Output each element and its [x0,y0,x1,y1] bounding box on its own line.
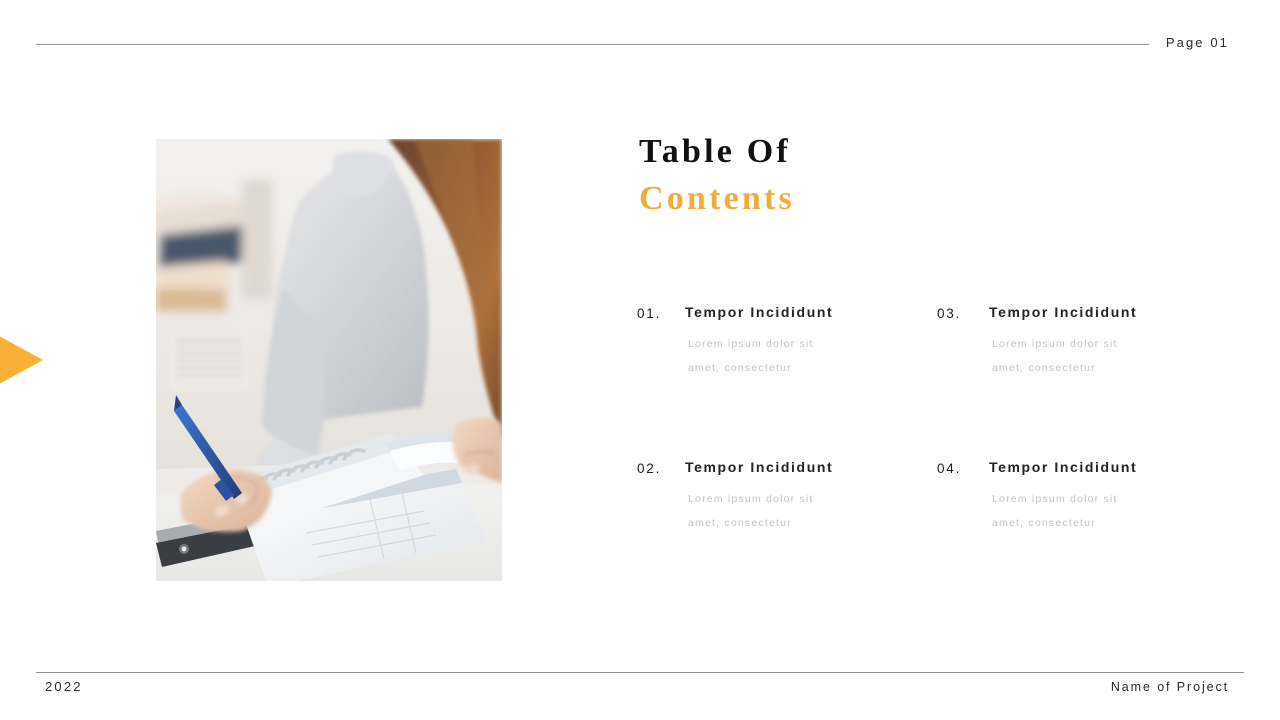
toc-desc-line-1: Lorem ipsum dolor sit [992,493,1118,505]
title-line-accent: Contents [639,180,795,217]
table-of-contents-list: 01. Tempor Incididunt Lorem ipsum dolor … [637,303,1237,613]
footer-divider [36,672,1244,673]
footer-year-label: 2022 [45,679,83,694]
triangle-accent-icon [0,330,43,390]
hero-photo [156,139,502,581]
toc-item-description: Lorem ipsum dolor sit amet, consectetur [989,332,1137,380]
toc-item-description: Lorem ipsum dolor sit amet, consectetur [685,332,833,380]
page-title: Table Of Contents [639,128,795,222]
title-line-primary: Table Of [639,133,791,170]
toc-desc-line-1: Lorem ipsum dolor sit [992,338,1118,350]
toc-item-number: 02. [637,461,662,476]
toc-item-03[interactable]: 03. Tempor Incididunt Lorem ipsum dolor … [937,303,1237,458]
toc-item-04[interactable]: 04. Tempor Incididunt Lorem ipsum dolor … [937,458,1237,613]
toc-desc-line-2: amet, consectetur [992,362,1096,374]
footer-project-label: Name of Project [1110,680,1229,694]
photo-illustration [156,139,502,581]
header-divider [36,44,1149,45]
toc-item-number: 04. [937,461,962,476]
page-number-label: Page 01 [1165,35,1229,50]
toc-item-heading: Tempor Incididunt [989,304,1138,320]
toc-item-02[interactable]: 02. Tempor Incididunt Lorem ipsum dolor … [637,458,937,613]
toc-desc-line-2: amet, consectetur [688,517,792,529]
toc-item-heading: Tempor Incididunt [685,459,834,475]
toc-item-description: Lorem ipsum dolor sit amet, consectetur [685,487,833,535]
toc-desc-line-2: amet, consectetur [688,362,792,374]
toc-desc-line-1: Lorem ipsum dolor sit [688,493,814,505]
toc-item-number: 03. [937,306,962,321]
toc-item-heading: Tempor Incididunt [989,459,1138,475]
toc-item-number: 01. [637,306,662,321]
toc-item-01[interactable]: 01. Tempor Incididunt Lorem ipsum dolor … [637,303,937,458]
toc-item-heading: Tempor Incididunt [685,304,834,320]
toc-desc-line-1: Lorem ipsum dolor sit [688,338,814,350]
toc-item-description: Lorem ipsum dolor sit amet, consectetur [989,487,1137,535]
toc-desc-line-2: amet, consectetur [992,517,1096,529]
slide-canvas: Page 01 Table Of Contents 01. Tempor Inc… [0,0,1280,720]
